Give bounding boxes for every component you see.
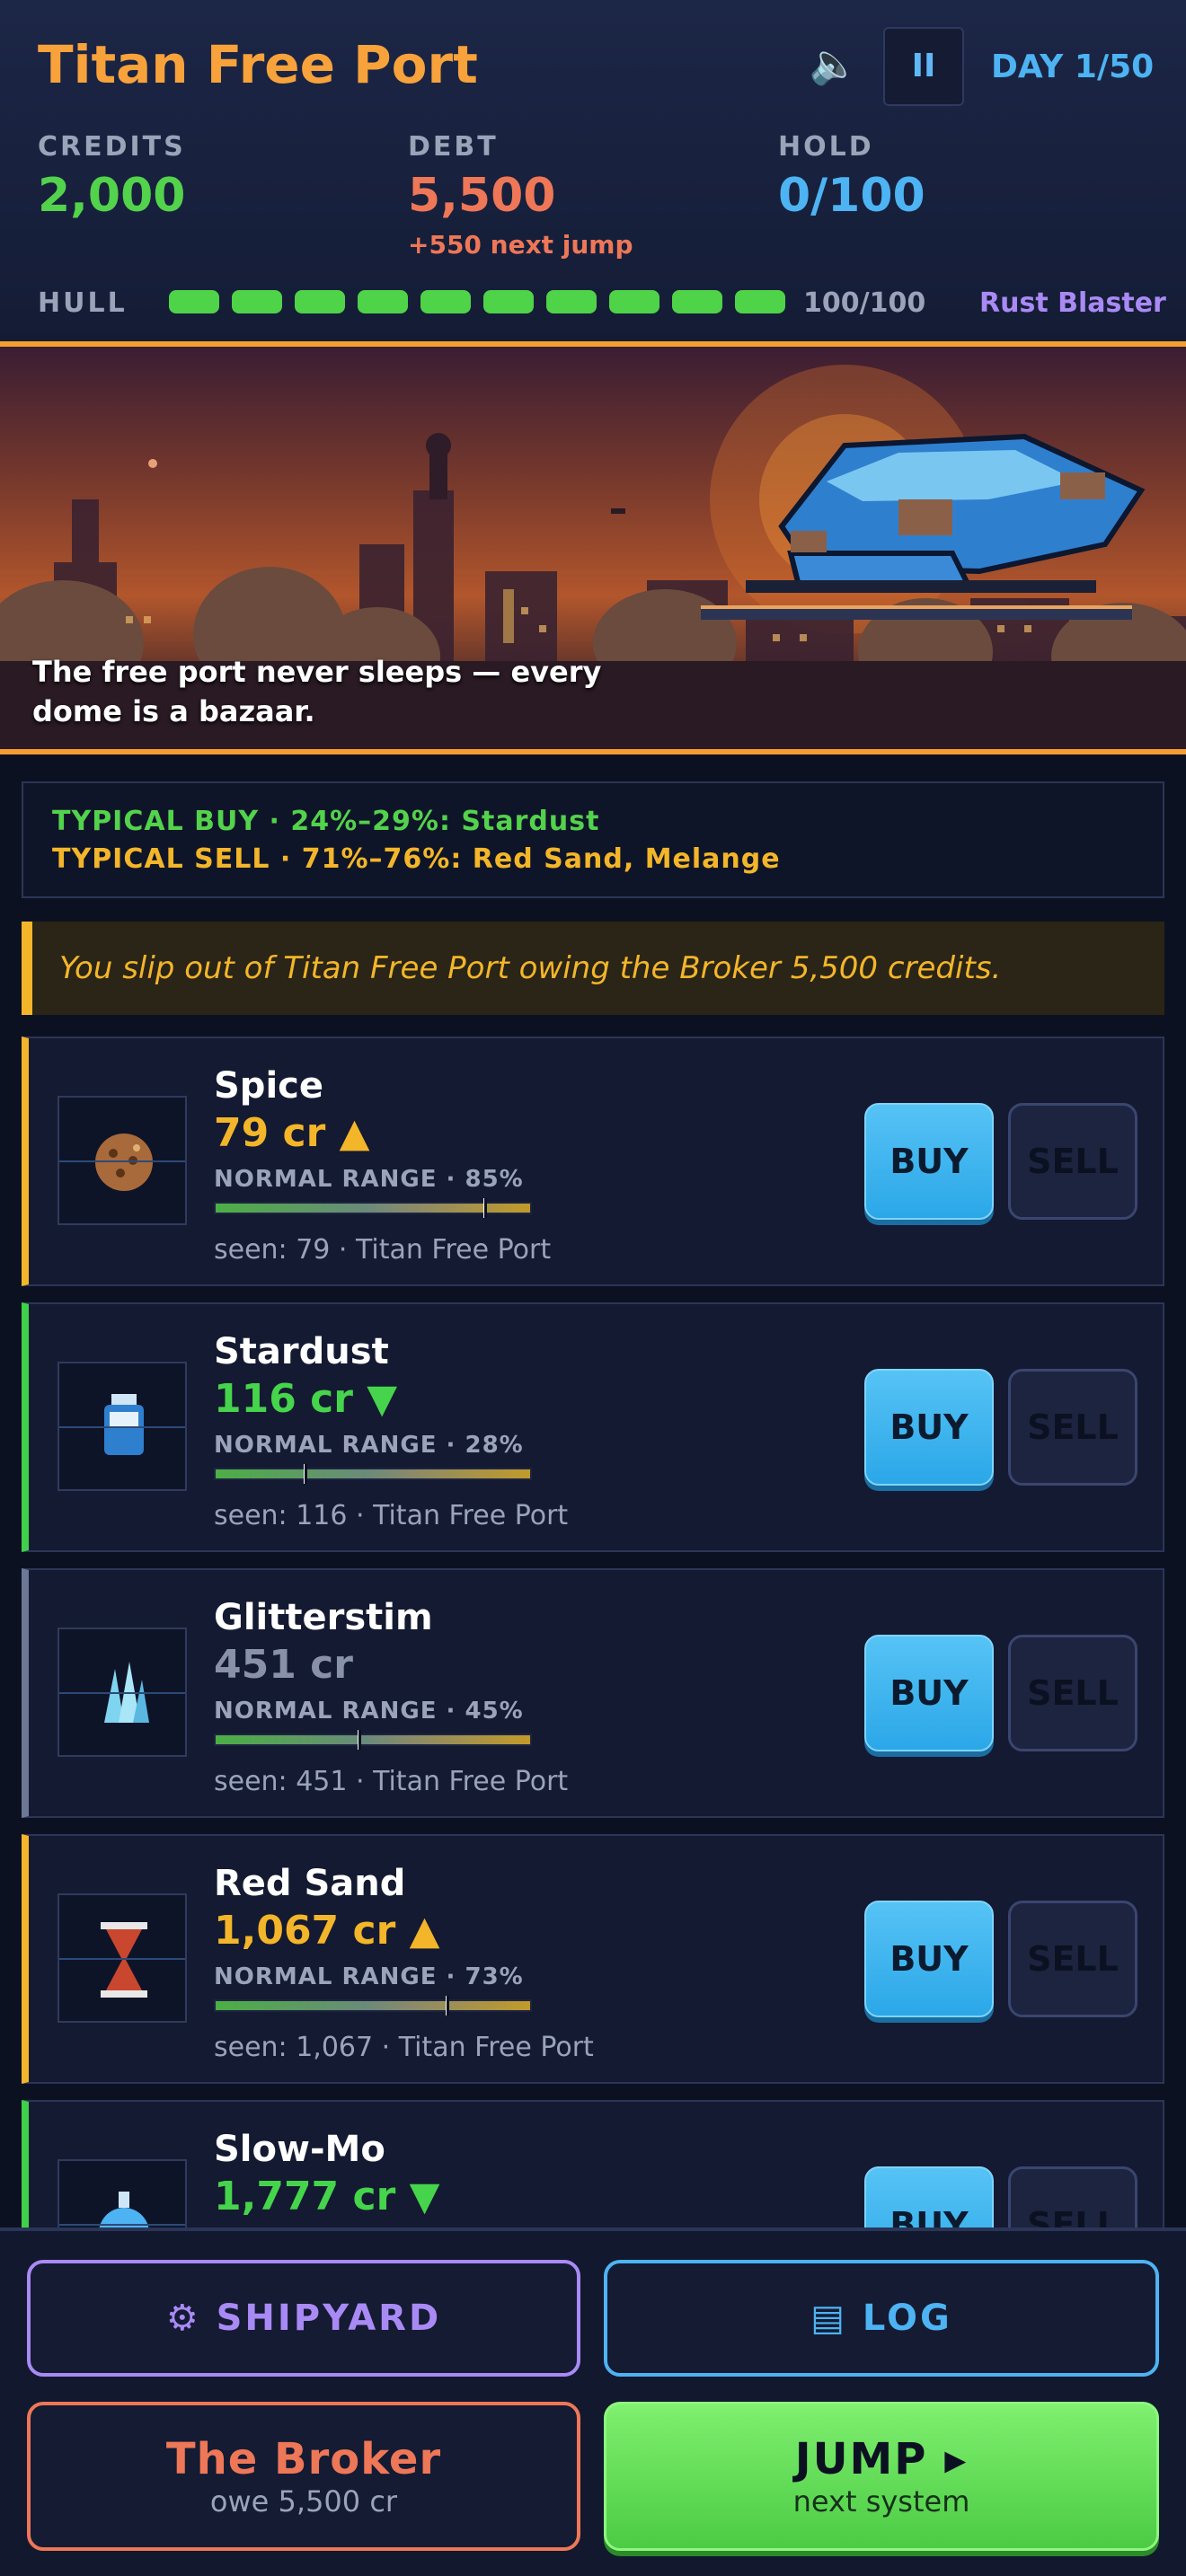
ship-name: Rust Blaster <box>979 287 1166 319</box>
port-scene: The free port never sleeps — every dome … <box>0 341 1186 754</box>
goods-price: 79 cr ▲ <box>214 1110 370 1156</box>
hull-label: HULL <box>38 287 128 319</box>
shipyard-label: ⚙ SHIPYARD <box>165 2298 442 2339</box>
goods-range-label: NORMAL RANGE · 45% <box>214 1698 524 1725</box>
typical-buy-tip: TYPICAL BUY · 24%–29%: Stardust <box>52 806 600 837</box>
goods-seen-note: seen: 116 · Titan Free Port <box>214 1500 569 1531</box>
goods-range-bar <box>214 1996 532 2016</box>
jump-button[interactable]: JUMP ▸ next system <box>604 2402 1159 2551</box>
hold-label: HOLD <box>778 131 874 163</box>
hourglass-icon <box>58 1893 187 2023</box>
alert-text: You slip out of Titan Free Port owing th… <box>59 950 1002 986</box>
hull-pip <box>483 290 534 313</box>
goods-range-label: NORMAL RANGE · 28% <box>214 1432 524 1459</box>
hull-pip <box>546 290 597 313</box>
goods-price: 1,067 cr ▲ <box>214 1908 440 1954</box>
hull-pip <box>232 290 282 313</box>
buy-button[interactable]: BUY <box>864 1901 994 2017</box>
goods-name: Slow-Mo <box>214 2129 385 2170</box>
range-marker <box>445 1996 449 2016</box>
log-label: ▤ LOG <box>810 2298 952 2339</box>
day-counter: DAY 1/50 <box>991 49 1155 85</box>
range-marker <box>357 1730 361 1750</box>
goods-card: Red Sand 1,067 cr ▲ NORMAL RANGE · 73% s… <box>22 1834 1164 2084</box>
port-title: Titan Free Port <box>38 34 478 95</box>
goods-name: Red Sand <box>214 1863 406 1904</box>
range-marker <box>304 1464 307 1484</box>
jump-subtitle: next system <box>792 2484 970 2519</box>
hull-pip <box>358 290 408 313</box>
goods-seen-note: seen: 1,067 · Titan Free Port <box>214 2032 594 2063</box>
hold-value: 0/100 <box>778 169 925 223</box>
sell-button[interactable]: SELL <box>1008 1369 1137 1486</box>
hull-pip <box>295 290 345 313</box>
hull-pip <box>735 290 785 313</box>
goods-list[interactable]: Spice 79 cr ▲ NORMAL RANGE · 85% seen: 7… <box>22 1037 1164 2228</box>
goods-card: Glitterstim 451 cr NORMAL RANGE · 45% se… <box>22 1568 1164 1818</box>
hull-pip <box>672 290 722 313</box>
buy-button[interactable]: BUY <box>864 1635 994 1751</box>
goods-card: Stardust 116 cr ▼ NORMAL RANGE · 28% see… <box>22 1302 1164 1552</box>
typical-sell-tip: TYPICAL SELL · 71%–76%: Red Sand, Melang… <box>52 843 781 875</box>
goods-seen-note: seen: 79 · Titan Free Port <box>214 1234 552 1266</box>
goods-price: 1,777 cr ▼ <box>214 2174 440 2219</box>
pause-button[interactable]: II <box>883 27 964 106</box>
debt-alert-banner: You slip out of Titan Free Port owing th… <box>22 922 1164 1015</box>
credits-label: CREDITS <box>38 131 186 163</box>
goods-name: Spice <box>214 1065 323 1107</box>
stardust-jar-icon <box>58 1362 187 1491</box>
debt-interest-note: +550 next jump <box>408 230 633 260</box>
market-tips-panel: TYPICAL BUY · 24%–29%: Stardust TYPICAL … <box>22 781 1164 898</box>
scene-caption: The free port never sleeps — every dome … <box>32 655 602 728</box>
debt-label: DEBT <box>408 131 499 163</box>
goods-range-label: NORMAL RANGE · 85% <box>214 1166 524 1193</box>
sell-button[interactable]: SELL <box>1008 2166 1137 2228</box>
sell-button[interactable]: SELL <box>1008 1901 1137 2017</box>
buy-button[interactable]: BUY <box>864 1369 994 1486</box>
sell-button[interactable]: SELL <box>1008 1635 1137 1751</box>
action-bar: ⚙ SHIPYARD ▤ LOG The Broker owe 5,500 cr… <box>0 2228 1186 2576</box>
buy-button[interactable]: BUY <box>864 2166 994 2228</box>
goods-name: Glitterstim <box>214 1597 433 1638</box>
broker-title: The Broker <box>165 2434 442 2484</box>
shipyard-button[interactable]: ⚙ SHIPYARD <box>27 2260 580 2377</box>
goods-card: Spice 79 cr ▲ NORMAL RANGE · 85% seen: 7… <box>22 1037 1164 1286</box>
goods-range-bar <box>214 1730 532 1750</box>
goods-range-bar <box>214 1198 532 1218</box>
status-header: Titan Free Port 🔈 II DAY 1/50 CREDITS 2,… <box>0 0 1186 341</box>
range-marker <box>482 1198 487 1218</box>
speaker-muted-icon[interactable]: 🔈 <box>809 40 859 90</box>
credits-value: 2,000 <box>38 169 186 223</box>
goods-seen-note: seen: 451 · Titan Free Port <box>214 1766 569 1797</box>
debt-value: 5,500 <box>408 169 556 223</box>
goods-price: 451 cr <box>214 1642 353 1688</box>
goods-price: 116 cr ▼ <box>214 1376 398 1422</box>
hull-pip <box>609 290 659 313</box>
hull-bar <box>169 290 785 313</box>
log-button[interactable]: ▤ LOG <box>604 2260 1159 2377</box>
goods-range-label: NORMAL RANGE · 73% <box>214 1963 524 1990</box>
hull-pip <box>169 290 219 313</box>
hull-pip <box>420 290 471 313</box>
buy-button[interactable]: BUY <box>864 1103 994 1220</box>
spice-cookie-icon <box>58 1096 187 1225</box>
flask-icon <box>58 2159 187 2228</box>
hull-value: 100/100 <box>803 287 926 319</box>
crystal-icon <box>58 1628 187 1757</box>
goods-card: Slow-Mo 1,777 cr ▼ BUY SELL <box>22 2100 1164 2228</box>
broker-subtitle: owe 5,500 cr <box>209 2484 398 2519</box>
jump-title: JUMP ▸ <box>794 2434 969 2484</box>
goods-name: Stardust <box>214 1331 389 1372</box>
goods-range-bar <box>214 1464 532 1484</box>
sell-button[interactable]: SELL <box>1008 1103 1137 1220</box>
broker-button[interactable]: The Broker owe 5,500 cr <box>27 2402 580 2551</box>
